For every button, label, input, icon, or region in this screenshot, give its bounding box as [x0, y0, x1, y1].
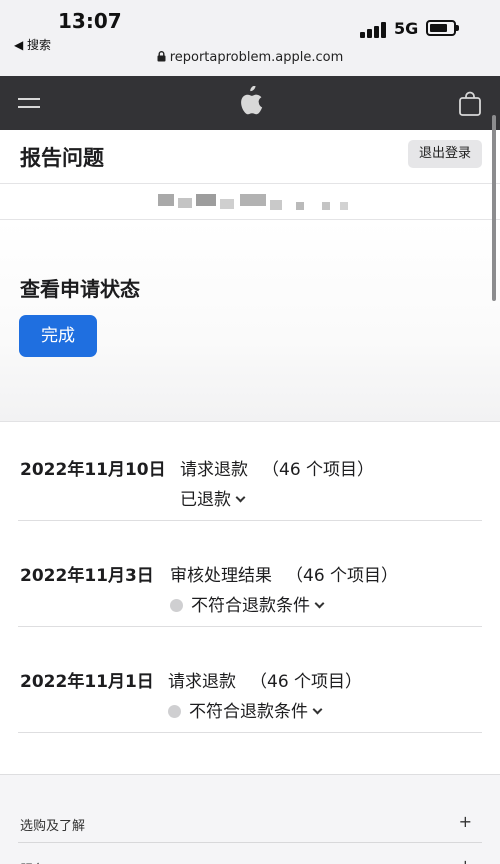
status-dot-icon: [170, 599, 183, 612]
clock: 13:07: [58, 9, 122, 33]
chevron-down-icon: [312, 704, 323, 715]
footer-accordion-label: 选购及了解: [20, 819, 86, 835]
menu-icon[interactable]: [18, 95, 40, 111]
apple-logo-icon[interactable]: [237, 86, 263, 116]
request-item-count: （46 个项目）: [286, 566, 399, 586]
request-item: 2022年11月1日 请求退款 （46 个项目） 不符合退款条件: [18, 667, 482, 733]
page-header: 报告问题 退出登录: [0, 130, 500, 184]
request-state-dropdown[interactable]: 已退款: [180, 485, 246, 510]
request-item: 2022年11月3日 审核处理结果 （46 个项目） 不符合退款条件: [18, 561, 482, 627]
request-state-dropdown[interactable]: 不符合退款条件: [168, 697, 323, 722]
done-button[interactable]: 完成: [19, 315, 97, 357]
request-type-label: 请求退款: [168, 672, 236, 692]
request-date: 2022年11月1日: [20, 672, 154, 692]
request-item: 2022年11月10日 请求退款 （46 个项目） 已退款: [18, 455, 482, 521]
network-type: 5G: [394, 19, 419, 38]
status-dot-icon: [168, 705, 181, 718]
url-text: reportaproblem.apple.com: [169, 50, 344, 65]
request-item-count: （46 个项目）: [262, 460, 375, 480]
request-type: 请求退款 （46 个项目）: [168, 667, 362, 692]
lock-icon: [157, 51, 166, 62]
request-state-label: 已退款: [180, 490, 231, 510]
footer-accordion-label: 服务: [20, 859, 46, 864]
footer-accordion-services[interactable]: 服务 +: [18, 843, 482, 864]
sign-out-button[interactable]: 退出登录: [407, 140, 482, 168]
request-type: 请求退款 （46 个项目）: [180, 455, 374, 480]
section-heading: 查看申请状态: [20, 277, 140, 301]
page-scrollbar[interactable]: [492, 115, 496, 301]
request-date: 2022年11月10日: [20, 460, 166, 480]
chevron-down-icon: [314, 598, 325, 609]
expand-plus-icon: +: [458, 811, 472, 831]
shopping-bag-icon[interactable]: [458, 91, 482, 117]
redacted-account-info: [0, 184, 500, 220]
battery-icon: [426, 20, 459, 36]
signal-strength-icon: [360, 20, 388, 38]
page-title: 报告问题: [20, 146, 104, 170]
site-footer: 选购及了解 + 服务 +: [0, 774, 500, 864]
site-nav: [0, 76, 500, 130]
request-state-label: 不符合退款条件: [189, 702, 308, 722]
expand-plus-icon: +: [459, 856, 472, 864]
request-type-label: 审核处理结果: [170, 566, 272, 586]
browser-status-bar: 13:07 ◀ 搜索 5G reportaproblem.apple.com: [0, 0, 500, 76]
request-status-section: 查看申请状态 完成: [0, 220, 500, 422]
request-state-label: 不符合退款条件: [191, 596, 310, 616]
request-type: 审核处理结果 （46 个项目）: [170, 561, 398, 586]
request-date: 2022年11月3日: [20, 566, 154, 586]
chevron-down-icon: [235, 492, 246, 503]
request-type-label: 请求退款: [180, 460, 248, 480]
address-bar[interactable]: reportaproblem.apple.com: [0, 50, 500, 65]
footer-accordion-shop[interactable]: 选购及了解 +: [18, 799, 482, 843]
request-item-count: （46 个项目）: [250, 672, 363, 692]
request-state-dropdown[interactable]: 不符合退款条件: [170, 591, 325, 616]
